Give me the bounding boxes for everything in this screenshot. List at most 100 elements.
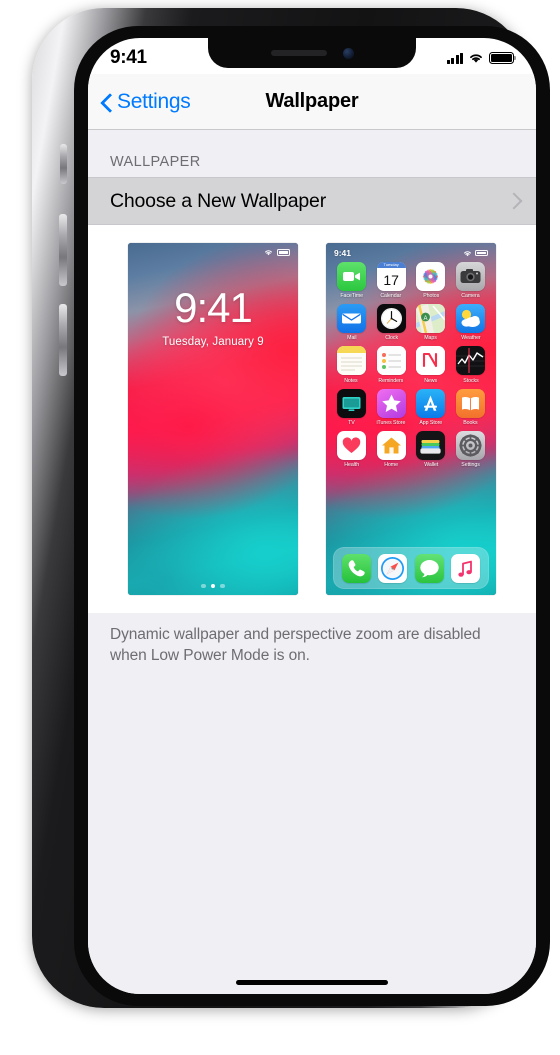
app-photos[interactable]: Photos xyxy=(414,262,449,299)
app-label: Camera xyxy=(461,293,480,300)
back-button-label: Settings xyxy=(117,89,191,113)
page-dot xyxy=(201,583,206,588)
home-indicator[interactable] xyxy=(236,980,388,985)
page-dot xyxy=(220,583,225,588)
facetime-icon xyxy=(336,262,366,291)
lock-screen-clock: 9:41 Tuesday, January 9 xyxy=(128,284,298,349)
section-header-wallpaper: WALLPAPER xyxy=(110,154,201,170)
choose-new-wallpaper-label: Choose a New Wallpaper xyxy=(110,189,326,212)
app-label: Home xyxy=(384,462,399,468)
status-bar-indicators xyxy=(446,52,517,64)
app-stocks[interactable]: Stocks xyxy=(453,346,488,383)
wifi-icon xyxy=(468,52,484,64)
lock-screen-preview[interactable]: 9:41 Tuesday, January 9 xyxy=(128,243,298,595)
maps-icon: A xyxy=(416,304,446,334)
messages-icon[interactable] xyxy=(414,553,444,583)
music-icon[interactable] xyxy=(451,553,481,583)
app-label: Photos xyxy=(422,293,439,300)
app-calendar[interactable]: Tuesday 17 Calendar xyxy=(374,262,409,299)
footer-note: Dynamic wallpaper and perspective zoom a… xyxy=(110,626,481,665)
app-itunes-store[interactable]: iTunes Store xyxy=(374,388,409,426)
app-label: Books xyxy=(463,419,478,426)
safari-icon[interactable] xyxy=(378,553,408,583)
home-screen-app-grid: FaceTime Tuesday 17 Calendar Photos Came… xyxy=(326,262,496,468)
home-screen-dock xyxy=(333,547,489,589)
page-dot-active xyxy=(210,583,216,588)
battery-icon xyxy=(475,249,488,257)
app-label: Mail xyxy=(346,335,357,342)
chevron-left-icon xyxy=(100,92,112,112)
volume-up-button[interactable] xyxy=(59,214,67,286)
app-maps[interactable]: A Maps xyxy=(414,304,449,341)
wallpaper-previews: 9:41 Tuesday, January 9 9:41 FaceTime Tu… xyxy=(88,225,536,613)
silent-switch-button[interactable] xyxy=(60,144,67,184)
app-label: Notes xyxy=(344,377,359,384)
app-wallet[interactable]: Wallet xyxy=(414,430,449,468)
app-notes[interactable]: Notes xyxy=(334,346,369,383)
calendar-icon: Tuesday 17 xyxy=(376,262,406,291)
reminders-icon xyxy=(376,346,406,376)
status-bar-time: 9:41 xyxy=(110,47,147,68)
app-label: Stocks xyxy=(462,377,479,384)
calendar-day: 17 xyxy=(383,271,399,288)
app-books[interactable]: Books xyxy=(453,388,488,426)
earpiece-speaker-icon xyxy=(270,50,327,56)
home-preview-status-bar: 9:41 xyxy=(326,248,496,258)
home-preview-time: 9:41 xyxy=(334,248,352,258)
settings-content: WALLPAPER Choose a New Wallpaper 9:41 Tu… xyxy=(88,130,536,994)
battery-icon xyxy=(277,249,290,256)
wifi-icon xyxy=(463,250,472,257)
chevron-right-icon xyxy=(505,192,523,210)
stocks-icon xyxy=(456,346,486,376)
cellular-signal-icon xyxy=(446,52,463,64)
app-mail[interactable]: Mail xyxy=(334,304,369,341)
app-weather[interactable]: Weather xyxy=(453,304,488,341)
tv-icon xyxy=(336,388,366,418)
books-icon xyxy=(456,388,486,418)
back-to-settings-button[interactable]: Settings xyxy=(88,89,191,114)
app-label: App Store xyxy=(419,419,443,426)
app-clock[interactable]: Clock xyxy=(374,304,409,341)
home-preview-status-icons xyxy=(463,249,488,257)
app-camera[interactable]: Camera xyxy=(453,262,488,299)
wallet-icon xyxy=(416,430,446,460)
news-icon xyxy=(416,346,446,376)
app-label: FaceTime xyxy=(340,293,363,300)
screenshot-root: 9:41 Settings Wallpaper WALLPAPER Choose… xyxy=(0,0,560,1055)
app-label: Reminders xyxy=(378,377,404,384)
app-news[interactable]: News xyxy=(414,346,449,383)
display-notch xyxy=(208,38,416,68)
app-home[interactable]: Home xyxy=(374,430,409,468)
health-icon xyxy=(336,430,366,460)
device-screen: 9:41 Settings Wallpaper WALLPAPER Choose… xyxy=(88,38,536,994)
app-label: iTunes Store xyxy=(376,419,406,426)
svg-text:A: A xyxy=(424,316,428,322)
iphone-device-frame: 9:41 Settings Wallpaper WALLPAPER Choose… xyxy=(32,8,550,1008)
app-tv[interactable]: TV xyxy=(334,388,369,426)
navigation-bar: Settings Wallpaper xyxy=(88,74,536,130)
choose-new-wallpaper-row[interactable]: Choose a New Wallpaper xyxy=(88,177,536,225)
mail-icon xyxy=(336,304,366,334)
app-facetime[interactable]: FaceTime xyxy=(334,262,369,299)
app-settings[interactable]: Settings xyxy=(453,430,488,468)
lock-preview-status-icons xyxy=(264,249,290,256)
app-label: Health xyxy=(343,462,359,468)
phone-icon[interactable] xyxy=(341,553,371,583)
app-app-store[interactable]: App Store xyxy=(414,388,449,426)
app-label: Wallet xyxy=(423,462,438,468)
volume-down-button[interactable] xyxy=(59,304,67,376)
wifi-icon xyxy=(264,249,273,256)
app-health[interactable]: Health xyxy=(334,430,369,468)
app-label: TV xyxy=(348,419,355,426)
home-screen-preview[interactable]: 9:41 FaceTime Tuesday 17 Calendar Photos… xyxy=(326,243,496,595)
page-indicator-dots xyxy=(128,583,298,588)
clock-icon xyxy=(376,304,406,334)
app-label: Maps xyxy=(424,335,438,342)
weather-icon xyxy=(456,304,486,334)
app-label: Calendar xyxy=(380,293,402,300)
app-reminders[interactable]: Reminders xyxy=(374,346,409,383)
settings-icon xyxy=(456,430,486,460)
lock-screen-time: 9:41 xyxy=(174,284,253,331)
front-camera-icon xyxy=(342,47,354,59)
notes-icon xyxy=(336,346,366,376)
